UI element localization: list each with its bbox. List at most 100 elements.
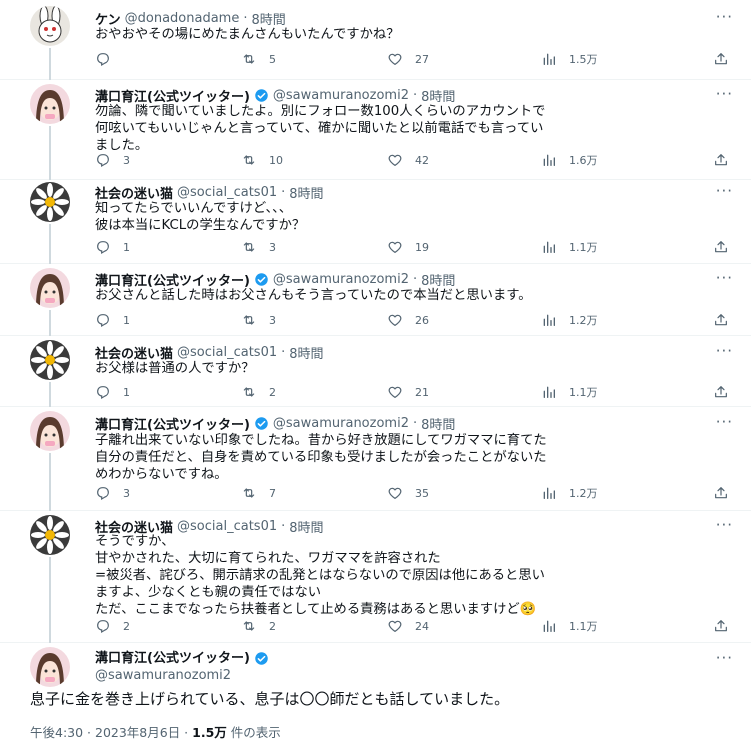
retweet-button[interactable]: 7 (241, 484, 276, 502)
avatar[interactable] (30, 6, 70, 46)
action-bar: 3 7 35 1.2万 (95, 484, 729, 502)
display-name[interactable]: 溝口育江(公式ツイッター) (95, 414, 250, 433)
share-button[interactable] (713, 50, 729, 68)
more-horizontal-icon[interactable]: ··· (716, 651, 733, 666)
user-handle[interactable]: @social_cats01 (177, 519, 277, 534)
retweet-button[interactable]: 10 (241, 151, 283, 169)
retweet-button[interactable]: 2 (241, 617, 276, 635)
more-horizontal-icon[interactable]: ··· (716, 415, 733, 430)
share-button[interactable] (713, 151, 729, 169)
display-name[interactable]: 溝口育江(公式ツイッター) (95, 270, 250, 289)
like-button[interactable]: 42 (387, 151, 429, 169)
timestamp[interactable]: 8時間 (289, 183, 323, 202)
avatar[interactable] (30, 340, 70, 380)
more-horizontal-icon[interactable]: ··· (716, 87, 733, 102)
avatar[interactable] (30, 515, 70, 555)
share-button[interactable] (713, 311, 729, 329)
user-handle[interactable]: @sawamuranozomi2 (95, 667, 269, 684)
avatar[interactable] (30, 182, 70, 222)
retweet-button[interactable]: 3 (241, 311, 276, 329)
retweet-button[interactable]: 2 (241, 383, 276, 401)
user-handle[interactable]: @sawamuranozomi2 (273, 88, 409, 103)
reply-button[interactable]: 1 (95, 311, 130, 329)
like-button[interactable]: 35 (387, 484, 429, 502)
separator-dot: · (412, 415, 418, 431)
timestamp[interactable]: 8時間 (421, 86, 455, 105)
views-button[interactable]: 1.2万 (541, 311, 598, 329)
display-name[interactable]: ケン (95, 9, 121, 28)
retweet-button[interactable]: 3 (241, 238, 276, 256)
share-button[interactable] (713, 383, 729, 401)
like-button[interactable]: 24 (387, 617, 429, 635)
reply-tweet[interactable]: ケン @donadonadame · 8時間 ··· おやおやその場にめたまんさ… (0, 0, 751, 80)
thread-connector (49, 224, 51, 264)
avatar[interactable] (30, 84, 70, 124)
display-name[interactable]: 溝口育江(公式ツイッター) (95, 650, 250, 667)
views-chart-icon (541, 485, 557, 501)
views-count: 1.1万 (569, 620, 598, 633)
more-horizontal-icon[interactable]: ··· (716, 518, 733, 533)
reply-tweet[interactable]: 社会の迷い猫 @social_cats01 · 8時間 ··· お父様は普通の人… (0, 336, 751, 407)
heart-icon (387, 51, 403, 67)
more-horizontal-icon[interactable]: ··· (716, 271, 733, 286)
display-name[interactable]: 社会の迷い猫 (95, 343, 173, 362)
view-count-label: 件の表示 (226, 725, 281, 740)
views-button[interactable]: 1.2万 (541, 484, 598, 502)
avatar[interactable] (30, 411, 70, 451)
reply-button[interactable]: 2 (95, 617, 130, 635)
reply-tweet[interactable]: 社会の迷い猫 @social_cats01 · 8時間 ··· そうですか、 甘… (0, 511, 751, 643)
heart-icon (387, 384, 403, 400)
more-horizontal-icon[interactable]: ··· (716, 184, 733, 199)
like-button[interactable]: 26 (387, 311, 429, 329)
timestamp[interactable]: 8時間 (251, 9, 285, 28)
like-count: 26 (415, 313, 429, 327)
retweet-icon (241, 312, 257, 328)
main-tweet-timestamp[interactable]: 午後4:30 · 2023年8月6日 · (30, 725, 192, 740)
user-handle[interactable]: @sawamuranozomi2 (273, 272, 409, 287)
like-count: 42 (415, 153, 429, 167)
share-button[interactable] (713, 238, 729, 256)
views-count: 1.6万 (569, 154, 598, 167)
like-count: 35 (415, 486, 429, 500)
display-name[interactable]: 社会の迷い猫 (95, 183, 173, 202)
reply-tweet[interactable]: 溝口育江(公式ツイッター) @sawamuranozomi2 · 8時間 ···… (0, 80, 751, 180)
like-button[interactable]: 21 (387, 383, 429, 401)
user-handle[interactable]: @sawamuranozomi2 (273, 416, 409, 431)
views-button[interactable]: 1.1万 (541, 238, 598, 256)
action-bar: 3 10 42 1.6万 (95, 151, 729, 169)
main-tweet-text: 息子に金を巻き上げられている、息子は〇〇師だとも話していました。 (30, 690, 510, 708)
like-button[interactable]: 27 (387, 50, 429, 68)
avatar[interactable] (30, 647, 70, 687)
reply-tweet[interactable]: 溝口育江(公式ツイッター) @sawamuranozomi2 · 8時間 ···… (0, 407, 751, 511)
reply-tweet[interactable]: 社会の迷い猫 @social_cats01 · 8時間 ··· 知ってたらでいい… (0, 180, 751, 264)
display-name[interactable]: 溝口育江(公式ツイッター) (95, 86, 250, 105)
retweet-button[interactable]: 5 (241, 50, 276, 68)
share-button[interactable] (713, 617, 729, 635)
views-button[interactable]: 1.1万 (541, 383, 598, 401)
user-handle[interactable]: @social_cats01 (177, 345, 277, 360)
retweet-icon (241, 485, 257, 501)
share-icon (713, 312, 729, 328)
views-button[interactable]: 1.5万 (541, 50, 598, 68)
share-button[interactable] (713, 484, 729, 502)
timestamp[interactable]: 8時間 (289, 343, 323, 362)
reply-button[interactable]: 3 (95, 484, 130, 502)
more-horizontal-icon[interactable]: ··· (716, 10, 733, 25)
reply-tweet[interactable]: 溝口育江(公式ツイッター) @sawamuranozomi2 · 8時間 ···… (0, 264, 751, 336)
reply-button[interactable]: 1 (95, 238, 130, 256)
like-button[interactable]: 19 (387, 238, 429, 256)
reply-button[interactable]: 3 (95, 151, 130, 169)
views-button[interactable]: 1.1万 (541, 617, 598, 635)
timestamp[interactable]: 8時間 (421, 270, 455, 289)
views-button[interactable]: 1.6万 (541, 151, 598, 169)
user-handle[interactable]: @donadonadame (125, 11, 240, 26)
timestamp[interactable]: 8時間 (421, 414, 455, 433)
reply-button[interactable]: 1 (95, 383, 130, 401)
reply-button[interactable] (95, 50, 123, 68)
more-horizontal-icon[interactable]: ··· (716, 344, 733, 359)
share-icon (713, 485, 729, 501)
user-handle[interactable]: @social_cats01 (177, 185, 277, 200)
avatar[interactable] (30, 268, 70, 308)
tweet-header: 社会の迷い猫 @social_cats01 · 8時間 (95, 343, 711, 362)
conversation-thread: ケン @donadonadame · 8時間 ··· おやおやその場にめたまんさ… (0, 0, 751, 751)
